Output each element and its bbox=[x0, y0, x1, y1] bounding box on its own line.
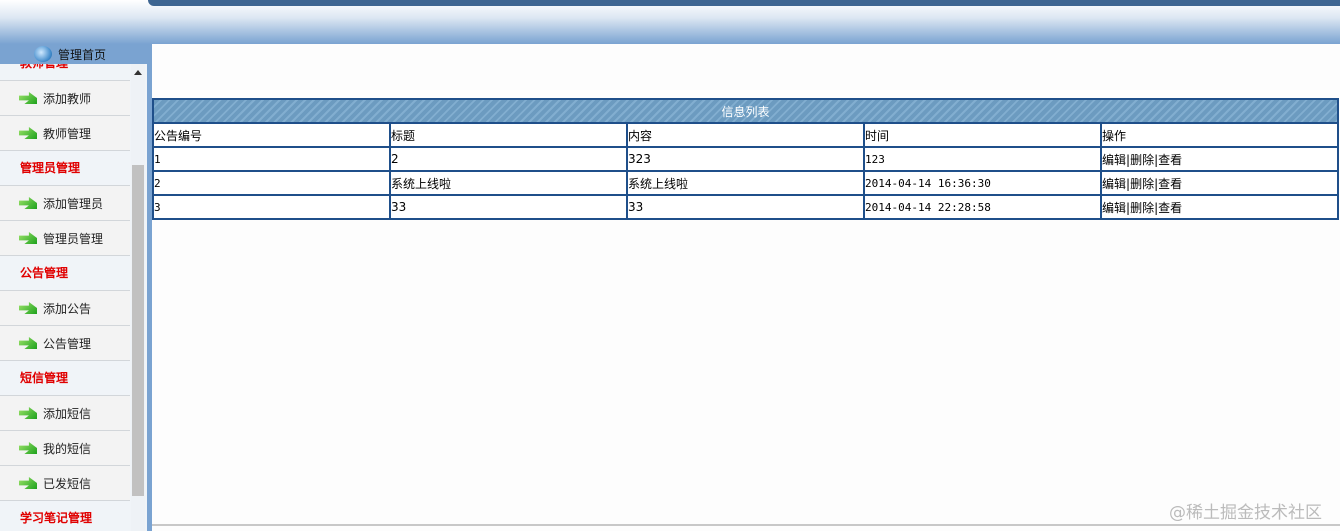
sidebar-menu: 教师管理添加教师教师管理管理员管理添加管理员管理员管理公告管理添加公告公告管理短… bbox=[0, 64, 130, 531]
cell-title: 2 bbox=[389, 146, 628, 172]
sidebar-item-label: 公告管理 bbox=[43, 336, 92, 351]
cell-actions: 编辑|删除|查看 bbox=[1100, 170, 1339, 196]
sidebar-item[interactable]: 添加短信 bbox=[0, 396, 130, 431]
green-arrow-icon bbox=[19, 92, 37, 104]
green-arrow-icon bbox=[19, 302, 37, 314]
column-header: 内容 bbox=[626, 122, 865, 148]
edit-link[interactable]: 编辑 bbox=[1102, 201, 1126, 215]
cell-time: 2014-04-14 16:36:30 bbox=[863, 170, 1102, 196]
main-content: 信息列表 公告编号 标题 内容 时间 操作 1 2 323 123 编辑|删除|… bbox=[152, 44, 1340, 531]
green-arrow-icon bbox=[19, 127, 37, 139]
sidebar-scrollbar[interactable] bbox=[131, 64, 145, 531]
cell-content: 系统上线啦 bbox=[626, 170, 865, 196]
cell-actions: 编辑|删除|查看 bbox=[1100, 194, 1339, 220]
green-arrow-icon bbox=[19, 197, 37, 209]
column-header: 操作 bbox=[1100, 122, 1339, 148]
table-header-row: 公告编号 标题 内容 时间 操作 bbox=[152, 122, 1339, 148]
cell-time: 123 bbox=[863, 146, 1102, 172]
top-banner bbox=[0, 0, 1340, 44]
sidebar-item-label: 添加短信 bbox=[43, 406, 92, 421]
green-arrow-icon bbox=[19, 337, 37, 349]
scroll-up-icon[interactable] bbox=[134, 70, 142, 75]
sidebar-group-header[interactable]: 学习笔记管理 bbox=[0, 501, 130, 531]
sidebar-item[interactable]: 管理员管理 bbox=[0, 221, 130, 256]
sidebar-item[interactable]: 添加公告 bbox=[0, 291, 130, 326]
sidebar-group-header[interactable]: 公告管理 bbox=[0, 256, 130, 291]
green-arrow-icon bbox=[19, 232, 37, 244]
info-table: 信息列表 公告编号 标题 内容 时间 操作 1 2 323 123 编辑|删除|… bbox=[152, 98, 1339, 220]
top-dark-bar bbox=[148, 0, 1340, 6]
sidebar-item-label: 已发短信 bbox=[43, 476, 92, 491]
sidebar-item-label: 添加管理员 bbox=[43, 196, 104, 211]
sidebar-item-label: 添加教师 bbox=[43, 91, 92, 106]
column-header: 时间 bbox=[863, 122, 1102, 148]
sidebar-item-label: 管理员管理 bbox=[43, 231, 104, 246]
cell-id: 3 bbox=[152, 194, 391, 220]
table-row: 1 2 323 123 编辑|删除|查看 bbox=[152, 146, 1339, 172]
sidebar-item-label: 我的短信 bbox=[43, 441, 92, 456]
sidebar-item[interactable]: 教师管理 bbox=[0, 116, 130, 151]
cell-id: 1 bbox=[152, 146, 391, 172]
divider bbox=[152, 524, 1340, 526]
home-label: 管理首页 bbox=[58, 47, 107, 62]
cell-content: 323 bbox=[626, 146, 865, 172]
green-arrow-icon bbox=[19, 407, 37, 419]
table-row: 2 系统上线啦 系统上线啦 2014-04-14 16:36:30 编辑|删除|… bbox=[152, 170, 1339, 196]
home-link[interactable]: 管理首页 bbox=[34, 44, 106, 64]
cell-actions: 编辑|删除|查看 bbox=[1100, 146, 1339, 172]
sidebar-item[interactable]: 添加教师 bbox=[0, 81, 130, 116]
delete-link[interactable]: 删除 bbox=[1130, 201, 1154, 215]
scrollbar-thumb[interactable] bbox=[132, 165, 144, 496]
computer-icon bbox=[34, 46, 52, 62]
sidebar-item[interactable]: 已发短信 bbox=[0, 466, 130, 501]
edit-link[interactable]: 编辑 bbox=[1102, 177, 1126, 191]
sidebar-item-label: 添加公告 bbox=[43, 301, 92, 316]
sidebar: 教师管理添加教师教师管理管理员管理添加管理员管理员管理公告管理添加公告公告管理短… bbox=[0, 64, 147, 531]
cell-title: 系统上线啦 bbox=[389, 170, 628, 196]
cell-content: 33 bbox=[626, 194, 865, 220]
edit-link[interactable]: 编辑 bbox=[1102, 153, 1126, 167]
watermark: @稀土掘金技术社区 bbox=[1169, 503, 1322, 523]
green-arrow-icon bbox=[19, 477, 37, 489]
sidebar-group-header[interactable]: 管理员管理 bbox=[0, 151, 130, 186]
delete-link[interactable]: 删除 bbox=[1130, 153, 1154, 167]
sidebar-group-header[interactable]: 短信管理 bbox=[0, 361, 130, 396]
view-link[interactable]: 查看 bbox=[1158, 177, 1182, 191]
table-caption: 信息列表 bbox=[152, 98, 1339, 124]
green-arrow-icon bbox=[19, 442, 37, 454]
column-header: 标题 bbox=[389, 122, 628, 148]
sidebar-item[interactable]: 公告管理 bbox=[0, 326, 130, 361]
cell-time: 2014-04-14 22:28:58 bbox=[863, 194, 1102, 220]
sidebar-item-label: 教师管理 bbox=[43, 126, 92, 141]
delete-link[interactable]: 删除 bbox=[1130, 177, 1154, 191]
sidebar-item[interactable]: 我的短信 bbox=[0, 431, 130, 466]
sidebar-item[interactable]: 添加管理员 bbox=[0, 186, 130, 221]
sidebar-group-header[interactable]: 教师管理 bbox=[0, 64, 130, 81]
view-link[interactable]: 查看 bbox=[1158, 201, 1182, 215]
table-row: 3 33 33 2014-04-14 22:28:58 编辑|删除|查看 bbox=[152, 194, 1339, 220]
view-link[interactable]: 查看 bbox=[1158, 153, 1182, 167]
cell-title: 33 bbox=[389, 194, 628, 220]
cell-id: 2 bbox=[152, 170, 391, 196]
column-header: 公告编号 bbox=[152, 122, 391, 148]
